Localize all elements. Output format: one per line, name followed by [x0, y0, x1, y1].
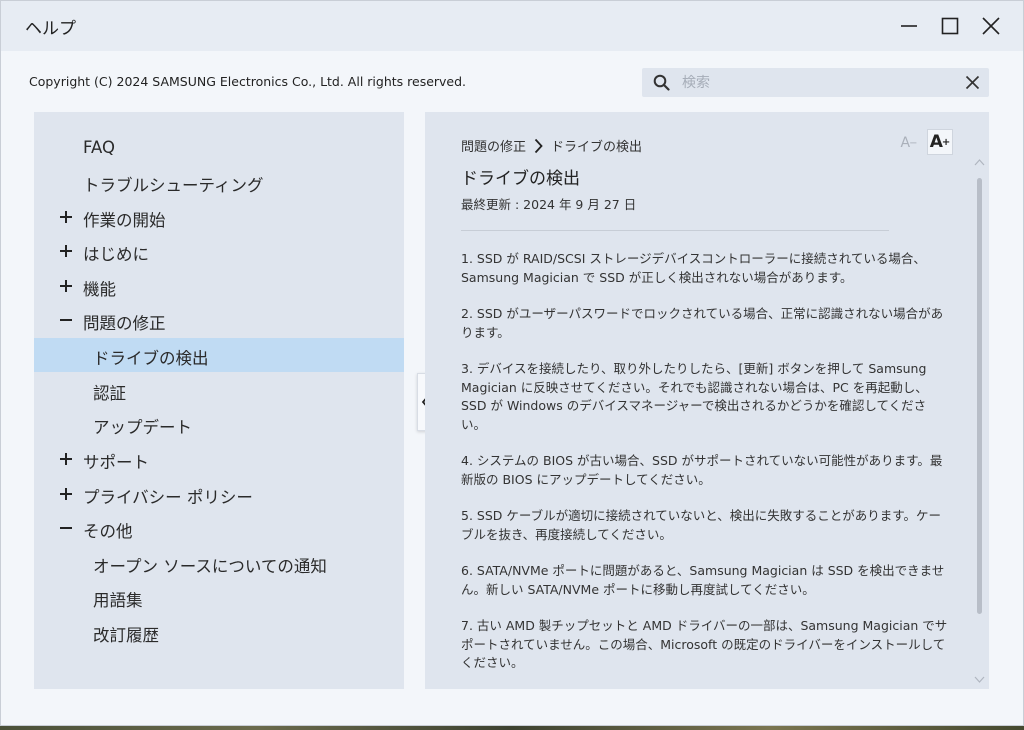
breadcrumb-parent[interactable]: 問題の修正	[461, 136, 526, 155]
sidebar-item-label: 改訂履歴	[93, 626, 159, 645]
sidebar-item-faq[interactable]: FAQ	[34, 131, 404, 165]
sidebar-item-features[interactable]: 機能	[34, 269, 404, 303]
sidebar-item-label: ドライブの検出	[93, 349, 209, 368]
desktop-background-strip	[0, 726, 1024, 730]
divider	[461, 230, 889, 231]
article-paragraph: 3. デバイスを接続したり、取り外したりしたら、[更新] ボタンを押して Sam…	[461, 361, 928, 432]
article-paragraph: 2. SSD がユーザーパスワードでロックされている場合、正常に認識されない場合…	[461, 306, 944, 340]
breadcrumb: 問題の修正 ドライブの検出	[461, 136, 642, 155]
sidebar-item-label: その他	[83, 522, 133, 541]
minimize-icon	[901, 25, 917, 27]
article-paragraph: 7. 古い AMD 製チップセットと AMD ドライバーの一部は、Samsung…	[461, 618, 948, 670]
article-body: 1. SSD が RAID/SCSI ストレージデバイスコントローラーに接続され…	[461, 250, 951, 691]
article-paragraph: 1. SSD が RAID/SCSI ストレージデバイスコントローラーに接続され…	[461, 251, 926, 285]
sidebar-item-drive-detection[interactable]: ドライブの検出	[34, 338, 404, 372]
search-icon	[653, 74, 670, 91]
font-increase-button[interactable]: A +	[927, 129, 953, 155]
article-title: ドライブの検出	[461, 169, 580, 189]
help-window: ヘルプ Copyright (C) 2024 SAMSUNG Electroni…	[0, 0, 1024, 726]
sidebar-item-label: プライバシー ポリシー	[83, 488, 253, 507]
sidebar-item-label: 認証	[93, 384, 126, 403]
sidebar-item-label: 用語集	[93, 591, 143, 610]
scroll-up-icon[interactable]	[974, 158, 985, 166]
article-panel: 問題の修正 ドライブの検出 A − A + ドライブの検出 最終更新 : 2024 …	[425, 112, 989, 689]
clear-icon[interactable]	[965, 75, 980, 90]
article-paragraph: 5. SSD ケーブルが適切に接続されていないと、検出に失敗することがあります。…	[461, 508, 941, 542]
sidebar-item-authentication[interactable]: 認証	[34, 373, 404, 407]
breadcrumb-current: ドライブの検出	[551, 140, 643, 155]
sidebar-item-open-source-notice[interactable]: オープン ソースについての通知	[34, 546, 404, 580]
maximize-icon	[941, 17, 959, 35]
sidebar-item-other[interactable]: その他	[34, 511, 404, 545]
sidebar-item-label: オープン ソースについての通知	[93, 557, 327, 576]
sidebar-item-support[interactable]: サポート	[34, 442, 404, 476]
article-paragraph: 6. SATA/NVMe ポートに問題があると、Samsung Magician…	[461, 563, 945, 597]
sidebar-item-introduction[interactable]: はじめに	[34, 234, 404, 268]
sidebar-item-fix-issues[interactable]: 問題の修正	[34, 303, 404, 337]
search-box	[642, 68, 989, 97]
help-nav-sidebar: FAQ トラブルシューティング 作業の開始 はじめに 機能 問題の修正 ドライブ…	[34, 112, 404, 689]
sidebar-item-troubleshooting[interactable]: トラブルシューティング	[34, 165, 404, 199]
sidebar-item-label: トラブルシューティング	[83, 176, 264, 195]
window-title: ヘルプ	[25, 19, 76, 39]
expand-plus-icon[interactable]	[58, 243, 74, 259]
close-window-button[interactable]	[976, 11, 1006, 41]
copyright-text: Copyright (C) 2024 SAMSUNG Electronics C…	[29, 74, 467, 89]
sidebar-item-glossary[interactable]: 用語集	[34, 580, 404, 614]
sidebar-item-privacy-policy[interactable]: プライバシー ポリシー	[34, 477, 404, 511]
title-bar: ヘルプ	[1, 1, 1023, 51]
font-decrease-button[interactable]: A −	[897, 131, 921, 155]
sidebar-item-label: はじめに	[83, 245, 149, 264]
collapse-minus-icon[interactable]	[58, 520, 74, 536]
sidebar-item-label: 作業の開始	[83, 211, 166, 230]
last-updated-text: 最終更新 : 2024 年 9 月 27 日	[461, 197, 637, 212]
expand-plus-icon[interactable]	[58, 451, 74, 467]
expand-plus-icon[interactable]	[58, 486, 74, 502]
sidebar-item-label: FAQ	[83, 138, 115, 157]
font-increase-sup: +	[941, 136, 951, 148]
sidebar-item-update[interactable]: アップデート	[34, 407, 404, 441]
sidebar-item-label: アップデート	[93, 418, 192, 437]
sidebar-item-revision-history[interactable]: 改訂履歴	[34, 615, 404, 649]
article-paragraph: 4. システムの BIOS が古い場合、SSD がサポートされていない可能性があ…	[461, 453, 943, 487]
sidebar-item-getting-started[interactable]: 作業の開始	[34, 200, 404, 234]
close-icon	[982, 17, 1000, 35]
expand-plus-icon[interactable]	[58, 278, 74, 294]
chevron-right-icon	[534, 138, 543, 153]
expand-plus-icon[interactable]	[58, 209, 74, 225]
minimize-button[interactable]	[894, 11, 924, 41]
sidebar-item-label: 機能	[83, 280, 116, 299]
scrollbar-thumb[interactable]	[977, 178, 982, 614]
maximize-button[interactable]	[935, 11, 965, 41]
scroll-down-icon[interactable]	[974, 676, 985, 684]
collapse-minus-icon[interactable]	[58, 312, 74, 328]
search-input[interactable]	[682, 72, 952, 93]
sidebar-item-label: サポート	[83, 453, 149, 472]
font-decrease-sup: −	[909, 137, 918, 149]
sidebar-item-label: 問題の修正	[83, 314, 166, 333]
